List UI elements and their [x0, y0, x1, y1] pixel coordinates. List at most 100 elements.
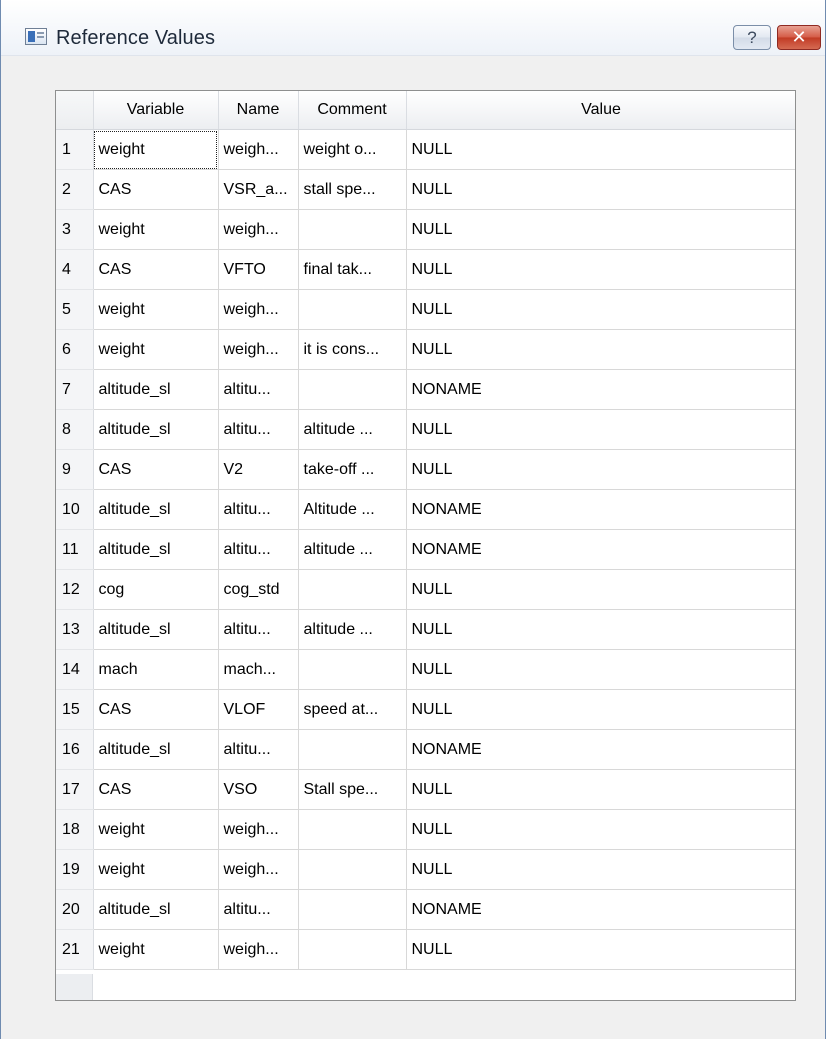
row-number[interactable]: 7 [56, 369, 94, 410]
variable-cell[interactable]: weight [93, 289, 219, 330]
comment-cell[interactable] [298, 729, 407, 770]
comment-cell[interactable] [298, 889, 407, 930]
comment-cell[interactable]: Altitude ... [298, 489, 407, 530]
row-number[interactable]: 12 [56, 569, 94, 610]
row-number[interactable]: 11 [56, 529, 94, 570]
variable-cell[interactable]: CAS [93, 249, 219, 290]
table-row[interactable]: 8 altitude_sl altitu... altitude ... NULL [56, 409, 795, 450]
comment-cell[interactable]: weight o... [298, 129, 407, 170]
table-row[interactable]: 12 cog cog_std NULL [56, 569, 795, 610]
row-number[interactable]: 18 [56, 809, 94, 850]
table-row[interactable]: 6 weight weigh... it is cons... NULL [56, 329, 795, 370]
comment-cell[interactable]: altitude ... [298, 609, 407, 650]
row-number[interactable]: 9 [56, 449, 94, 490]
column-header-variable[interactable]: Variable [93, 91, 219, 130]
table-row[interactable]: 19 weight weigh... NULL [56, 849, 795, 890]
comment-cell[interactable] [298, 849, 407, 890]
comment-cell[interactable]: altitude ... [298, 409, 407, 450]
variable-cell[interactable]: CAS [93, 449, 219, 490]
help-button[interactable]: ? [733, 25, 771, 50]
name-cell[interactable]: weigh... [218, 129, 299, 170]
row-number[interactable]: 1 [56, 129, 94, 170]
comment-cell[interactable]: final tak... [298, 249, 407, 290]
name-cell[interactable]: altitu... [218, 489, 299, 530]
reference-values-table[interactable]: Variable Name Comment Value 1 weight weigh… [55, 90, 796, 1001]
variable-cell[interactable]: CAS [93, 689, 219, 730]
value-cell[interactable]: NULL [406, 209, 795, 250]
value-cell[interactable]: NULL [406, 129, 795, 170]
name-cell[interactable]: weigh... [218, 849, 299, 890]
variable-cell[interactable]: altitude_sl [93, 489, 219, 530]
variable-cell[interactable]: altitude_sl [93, 369, 219, 410]
variable-cell[interactable]: altitude_sl [93, 529, 219, 570]
value-cell[interactable]: NULL [406, 329, 795, 370]
name-cell[interactable]: weigh... [218, 929, 299, 970]
close-button[interactable]: ✕ [777, 25, 821, 50]
table-row[interactable]: 4 CAS VFTO final tak... NULL [56, 249, 795, 290]
table-corner[interactable] [56, 91, 94, 130]
comment-cell[interactable] [298, 209, 407, 250]
column-header-value[interactable]: Value [406, 91, 795, 130]
variable-cell[interactable]: altitude_sl [93, 409, 219, 450]
value-cell[interactable]: NULL [406, 689, 795, 730]
comment-cell[interactable] [298, 289, 407, 330]
value-cell[interactable]: NULL [406, 649, 795, 690]
table-row[interactable]: 10 altitude_sl altitu... Altitude ... NONAME [56, 489, 795, 530]
table-row[interactable]: 13 altitude_sl altitu... altitude ... NULL [56, 609, 795, 650]
table-row[interactable]: 15 CAS VLOF speed at... NULL [56, 689, 795, 730]
table-row[interactable]: 7 altitude_sl altitu... NONAME [56, 369, 795, 410]
variable-cell[interactable]: weight [93, 129, 219, 170]
name-cell[interactable]: weigh... [218, 209, 299, 250]
table-row[interactable]: 2 CAS VSR_a... stall spe... NULL [56, 169, 795, 210]
title-bar[interactable]: Reference Values ? ✕ [1, 0, 825, 56]
table-row[interactable]: 11 altitude_sl altitu... altitude ... NONAME [56, 529, 795, 570]
row-number[interactable]: 5 [56, 289, 94, 330]
value-cell[interactable]: NULL [406, 609, 795, 650]
name-cell[interactable]: cog_std [218, 569, 299, 610]
value-cell[interactable]: NONAME [406, 489, 795, 530]
name-cell[interactable]: altitu... [218, 409, 299, 450]
row-number[interactable]: 8 [56, 409, 94, 450]
table-row[interactable]: 20 altitude_sl altitu... NONAME [56, 889, 795, 930]
row-number[interactable]: 21 [56, 929, 94, 970]
variable-cell[interactable]: CAS [93, 169, 219, 210]
variable-cell[interactable]: weight [93, 329, 219, 370]
name-cell[interactable]: weigh... [218, 289, 299, 330]
table-row[interactable]: 3 weight weigh... NULL [56, 209, 795, 250]
name-cell[interactable]: altitu... [218, 609, 299, 650]
row-number[interactable]: 16 [56, 729, 94, 770]
table-row[interactable]: 9 CAS V2 take-off ... NULL [56, 449, 795, 490]
variable-cell[interactable]: mach [93, 649, 219, 690]
comment-cell[interactable] [298, 929, 407, 970]
variable-cell[interactable]: CAS [93, 769, 219, 810]
name-cell[interactable]: altitu... [218, 729, 299, 770]
value-cell[interactable]: NULL [406, 289, 795, 330]
value-cell[interactable]: NONAME [406, 529, 795, 570]
name-cell[interactable]: VSO [218, 769, 299, 810]
variable-cell[interactable]: altitude_sl [93, 609, 219, 650]
value-cell[interactable]: NONAME [406, 729, 795, 770]
value-cell[interactable]: NULL [406, 849, 795, 890]
name-cell[interactable]: VFTO [218, 249, 299, 290]
name-cell[interactable]: altitu... [218, 529, 299, 570]
row-number[interactable]: 13 [56, 609, 94, 650]
comment-cell[interactable]: it is cons... [298, 329, 407, 370]
comment-cell[interactable]: altitude ... [298, 529, 407, 570]
value-cell[interactable]: NULL [406, 169, 795, 210]
name-cell[interactable]: weigh... [218, 329, 299, 370]
table-row[interactable]: 21 weight weigh... NULL [56, 929, 795, 970]
comment-cell[interactable]: speed at... [298, 689, 407, 730]
name-cell[interactable]: VSR_a... [218, 169, 299, 210]
name-cell[interactable]: V2 [218, 449, 299, 490]
variable-cell[interactable]: altitude_sl [93, 889, 219, 930]
row-number[interactable]: 2 [56, 169, 94, 210]
comment-cell[interactable] [298, 809, 407, 850]
variable-cell[interactable]: weight [93, 929, 219, 970]
variable-cell[interactable]: cog [93, 569, 219, 610]
name-cell[interactable]: VLOF [218, 689, 299, 730]
comment-cell[interactable] [298, 369, 407, 410]
value-cell[interactable]: NONAME [406, 369, 795, 410]
row-number[interactable]: 10 [56, 489, 94, 530]
table-row[interactable]: 17 CAS VSO Stall spe... NULL [56, 769, 795, 810]
value-cell[interactable]: NULL [406, 449, 795, 490]
